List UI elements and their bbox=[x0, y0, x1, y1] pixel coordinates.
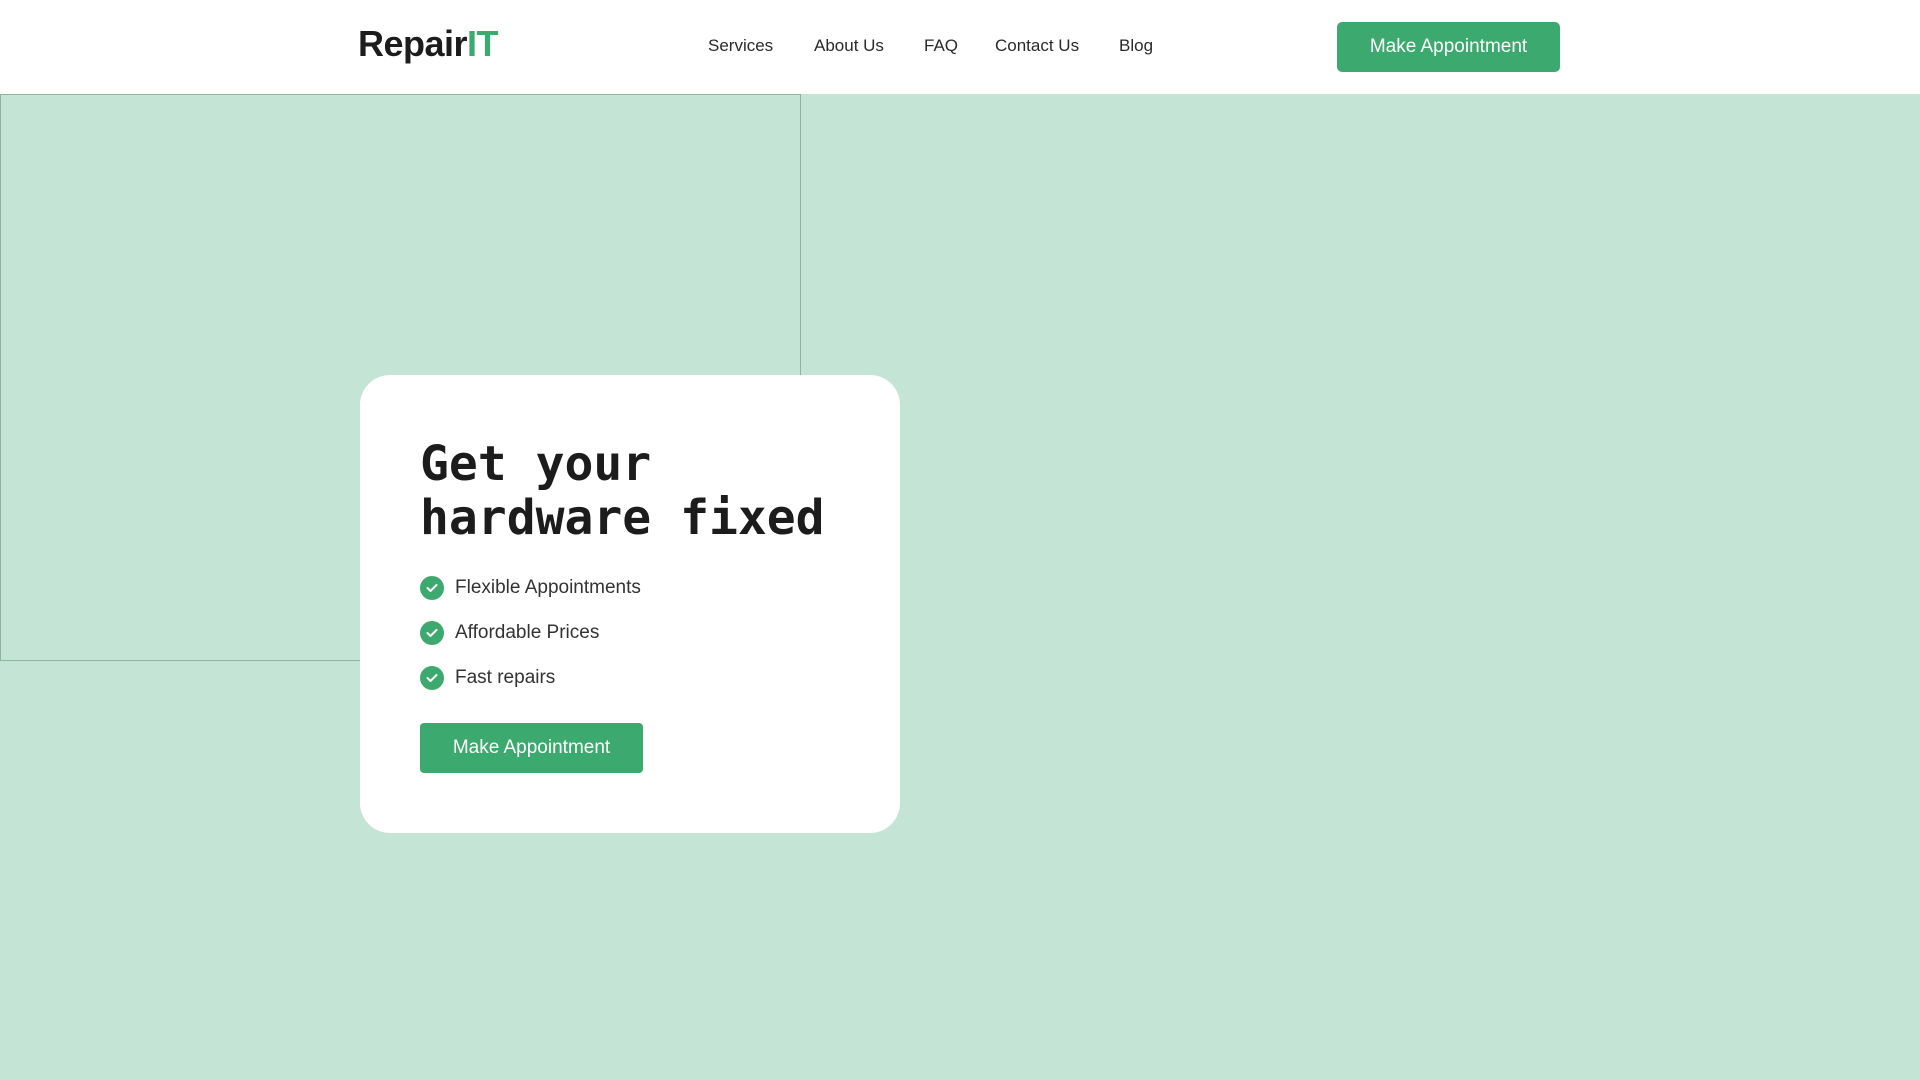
logo-accent: IT bbox=[467, 23, 499, 64]
feature-label: Affordable Prices bbox=[455, 622, 600, 643]
hero-title: Get your hardware fixed bbox=[420, 437, 825, 545]
feature-label: Flexible Appointments bbox=[455, 577, 641, 598]
feature-item: Affordable Prices bbox=[420, 621, 641, 645]
hero-title-line2: hardware fixed bbox=[420, 490, 825, 546]
site-header: RepairIT Services About Us FAQ Contact U… bbox=[0, 0, 1920, 94]
nav-faq[interactable]: FAQ bbox=[924, 36, 958, 56]
nav-services[interactable]: Services bbox=[708, 36, 773, 56]
check-circle-icon bbox=[420, 666, 444, 690]
feature-label: Fast repairs bbox=[455, 667, 556, 688]
nav-contact-us[interactable]: Contact Us bbox=[995, 36, 1079, 56]
logo[interactable]: RepairIT bbox=[358, 23, 499, 65]
hero-title-line1: Get your bbox=[420, 436, 652, 492]
check-circle-icon bbox=[420, 621, 444, 645]
feature-list: Flexible Appointments Affordable Prices … bbox=[420, 576, 641, 711]
check-circle-icon bbox=[420, 576, 444, 600]
hero-card: Get your hardware fixed Flexible Appointm… bbox=[360, 375, 900, 833]
feature-item: Fast repairs bbox=[420, 666, 641, 690]
feature-item: Flexible Appointments bbox=[420, 576, 641, 600]
hero-make-appointment-button[interactable]: Make Appointment bbox=[420, 723, 643, 773]
nav-blog[interactable]: Blog bbox=[1119, 36, 1153, 56]
nav-about-us[interactable]: About Us bbox=[814, 36, 884, 56]
header-make-appointment-button[interactable]: Make Appointment bbox=[1337, 22, 1560, 72]
logo-text: Repair bbox=[358, 23, 468, 64]
